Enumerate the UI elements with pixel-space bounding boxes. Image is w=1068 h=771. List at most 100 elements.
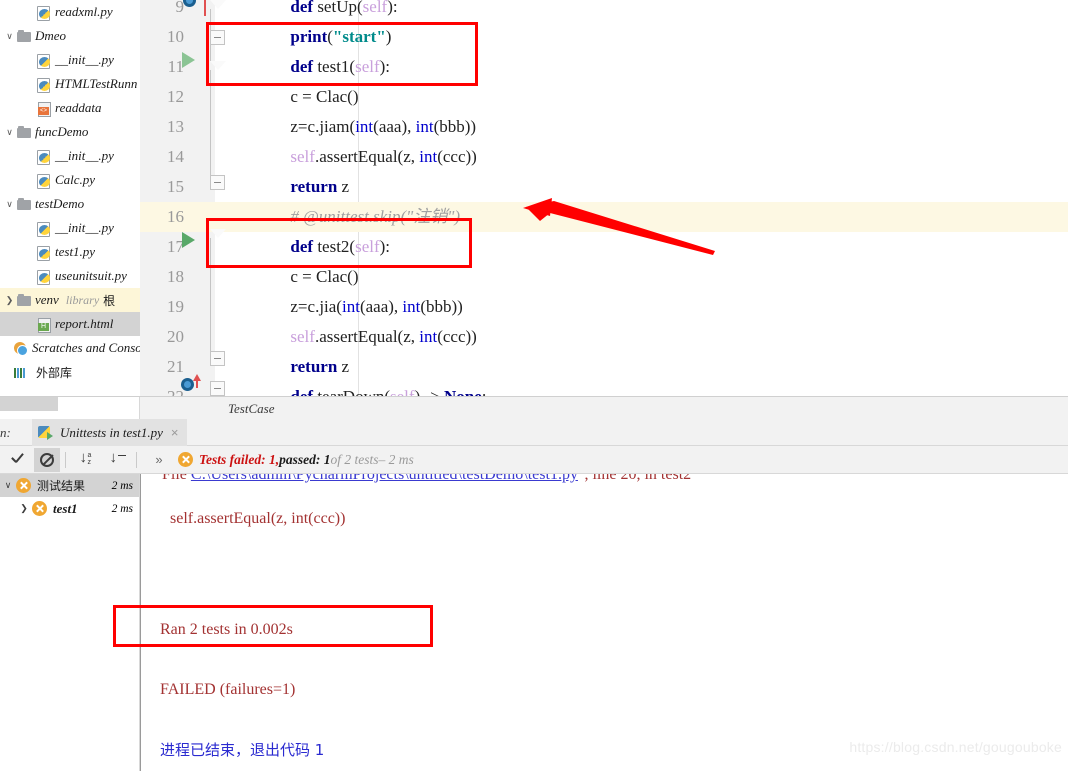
sort-by-duration-button[interactable]	[105, 448, 131, 472]
test-duration: 2 ms	[111, 479, 133, 492]
watermark: https://blog.csdn.net/gougouboke	[849, 739, 1062, 755]
close-icon[interactable]: ×	[171, 426, 179, 439]
tree-item-test1-py[interactable]: test1.py	[0, 240, 140, 264]
code-token: return	[290, 357, 342, 376]
test-status-bar: Tests failed: 1 , passed: 1 of 2 tests –…	[178, 452, 414, 468]
fold-arrow-icon[interactable]	[210, 228, 226, 239]
tree-item-init-py[interactable]: __init__.py	[0, 48, 140, 72]
tree-item-funcdemo[interactable]: ∨ funcDemo	[0, 120, 140, 144]
code-text: def tearDown(self) -> None:	[232, 382, 486, 396]
code-token: self	[390, 387, 415, 396]
python-file-icon	[36, 173, 52, 189]
breadcrumb-bar: TestCase	[0, 396, 1068, 420]
editor-line-12[interactable]: 12 c = Clac()	[140, 82, 1068, 112]
editor-line-10[interactable]: 10 print("start")	[140, 22, 1068, 52]
editor-line-21[interactable]: 21 return z	[140, 352, 1068, 382]
tree-item-venv[interactable]: ❯ venv library 根	[0, 288, 140, 312]
clock-icon	[13, 341, 29, 356]
status-total: of 2 tests	[330, 451, 379, 467]
test-failed-icon	[16, 478, 31, 493]
breadcrumb[interactable]: TestCase	[228, 397, 274, 420]
code-text: self.assertEqual(z, int(ccc))	[232, 322, 476, 352]
code-token: .assertEqual(z,	[314, 147, 420, 166]
chevron-down-icon[interactable]: ∨	[3, 31, 16, 41]
chevron-down-icon[interactable]: ∨	[0, 480, 16, 491]
hide-ignored-button[interactable]	[34, 447, 60, 472]
tree-item-calc-py[interactable]: Calc.py	[0, 168, 140, 192]
test-tree-row[interactable]: ❯ test1 2 ms	[0, 497, 139, 520]
run-test1-gutter-icon[interactable]	[182, 52, 195, 68]
test-failed-icon	[32, 501, 47, 516]
editor-line-19[interactable]: 19 z=c.jia(int(aaa), int(bbb))	[140, 292, 1068, 322]
code-token: setUp	[317, 0, 357, 16]
fold-box-icon[interactable]	[210, 381, 225, 396]
console-output[interactable]: File C:\Users\admin\PycharmProjects\unti…	[140, 474, 1068, 771]
tree-item-label: __init__.py	[55, 148, 114, 163]
editor-line-14[interactable]: 14 self.assertEqual(z, int(ccc))	[140, 142, 1068, 172]
test-tree-row[interactable]: ∨ 测试结果 2 ms	[0, 474, 139, 497]
code-token: return	[290, 177, 342, 196]
line-number: 18	[167, 267, 184, 286]
tree-item-htmltestrunn[interactable]: HTMLTestRunn	[0, 72, 140, 96]
tree-item-useunitsuit-py[interactable]: useunitsuit.py	[0, 264, 140, 288]
tree-item-label: Dmeo	[35, 28, 67, 43]
console-line-assert: self.assertEqual(z, int(ccc))	[154, 510, 346, 527]
tree-item-init-py[interactable]: __init__.py	[0, 216, 140, 240]
tree-item-init-py[interactable]: __init__.py	[0, 144, 140, 168]
tree-item-testdemo[interactable]: ∨ testDemo	[0, 192, 140, 216]
run-toolbar: » Tests failed: 1 , passed: 1 of 2 tests…	[0, 446, 1068, 474]
more-options-button[interactable]: »	[146, 448, 172, 472]
tab-label: Unittests in test1.py	[60, 424, 163, 440]
editor-line-13[interactable]: 13 z=c.jiam(int(aaa), int(bbb))	[140, 112, 1068, 142]
tab-unittests-in-test1[interactable]: Unittests in test1.py ×	[32, 419, 187, 446]
fold-box-icon[interactable]	[210, 30, 225, 45]
code-text: def setUp(self):	[232, 0, 397, 22]
console-file-link[interactable]: C:\Users\admin\PycharmProjects\untitled\…	[191, 474, 578, 483]
code-token: self	[355, 57, 380, 76]
tree-item-readxml-py[interactable]: readxml.py	[0, 0, 140, 24]
run-test2-gutter-icon[interactable]	[182, 232, 195, 248]
tree-item-[interactable]: 外部库	[0, 360, 140, 384]
tree-item-label: 外部库	[36, 365, 73, 380]
chevron-down-icon[interactable]: ∨	[3, 199, 16, 209]
tree-item-scratches-and-console[interactable]: Scratches and Console	[0, 336, 140, 360]
chevron-right-icon[interactable]: ❯	[3, 295, 16, 305]
tree-item-label: __init__.py	[55, 52, 114, 67]
line-number: 12	[167, 87, 184, 106]
chevron-right-icon[interactable]: ❯	[16, 503, 32, 514]
code-token: "start"	[332, 27, 386, 46]
sort-alphabetically-button[interactable]	[75, 448, 101, 472]
breadcrumb-selection-block	[0, 397, 58, 411]
project-tree-panel[interactable]: readxml.py ∨ Dmeo __init__.py HTMLTestRunn re…	[0, 0, 140, 396]
status-duration: – 2 ms	[378, 451, 414, 467]
code-token: # @unittest.skip("注销")	[290, 207, 461, 226]
code-text: c = Clac()	[232, 82, 358, 112]
show-passed-button[interactable]	[4, 448, 30, 472]
code-token: int	[419, 147, 438, 166]
tree-item-report-html[interactable]: report.html	[0, 312, 140, 336]
tree-item-readdata[interactable]: readdata	[0, 96, 140, 120]
annotation-arrow	[523, 198, 715, 255]
html-file-icon	[36, 317, 52, 333]
test-results-tree[interactable]: ∨ 测试结果 2 ms ❯ test1 2 ms	[0, 474, 140, 771]
code-token: def	[290, 237, 318, 256]
fold-stem	[210, 45, 211, 61]
code-text: def test2(self):	[232, 232, 390, 262]
fold-arrow-icon[interactable]	[210, 0, 226, 10]
fold-box-icon[interactable]	[210, 351, 225, 366]
editor-line-22[interactable]: 22 def tearDown(self) -> None:	[140, 382, 1068, 396]
code-token: int	[355, 117, 374, 136]
tree-item-dmeo[interactable]: ∨ Dmeo	[0, 24, 140, 48]
code-token: int	[341, 297, 360, 316]
chevron-down-icon[interactable]: ∨	[3, 127, 16, 137]
editor-line-9[interactable]: 9 def setUp(self):	[140, 0, 1068, 22]
editor-line-20[interactable]: 20 self.assertEqual(z, int(ccc))	[140, 322, 1068, 352]
fold-arrow-icon[interactable]	[210, 60, 226, 71]
fold-box-icon[interactable]	[210, 175, 225, 190]
python-file-icon	[36, 77, 52, 93]
editor-line-11[interactable]: 11 def test1(self):	[140, 52, 1068, 82]
xml-file-icon	[36, 101, 52, 117]
code-token: int	[402, 297, 421, 316]
tree-item-label: test1.py	[55, 244, 96, 259]
code-token: z	[341, 177, 350, 196]
